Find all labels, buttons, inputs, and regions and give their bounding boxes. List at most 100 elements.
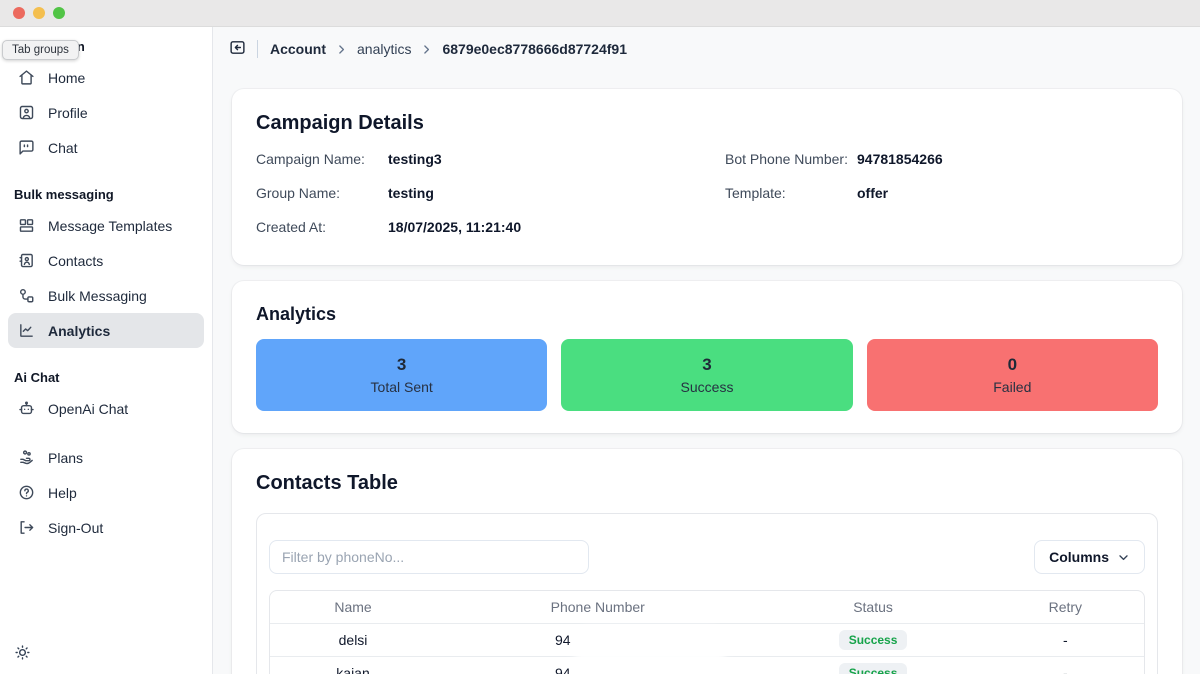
campaign-details-card: Campaign Details Campaign Name: testing3… (232, 89, 1182, 265)
app-body: Tab groups Application Home Profile Chat… (0, 27, 1200, 674)
stat-label: Total Sent (371, 379, 433, 395)
breadcrumb-campaign-id: 6879e0ec8778666d87724f91 (442, 41, 627, 57)
chart-line-icon (18, 322, 35, 339)
chevron-right-icon (335, 43, 348, 56)
sidebar-item-plans[interactable]: Plans (8, 440, 204, 475)
workflow-icon (18, 287, 35, 304)
cell-name: kajan (270, 656, 436, 674)
cell-status: Success (759, 656, 986, 674)
sidebar-item-label: Chat (48, 140, 78, 156)
phone-visible-digits: 94 (555, 632, 571, 648)
sidebar-item-help[interactable]: Help (8, 475, 204, 510)
status-badge: Success (839, 663, 908, 674)
field-label: Bot Phone Number: (725, 151, 857, 167)
field-template: Template: offer (725, 185, 1158, 219)
sidebar-item-label: Sign-Out (48, 520, 103, 536)
sidebar-heading-bulk-messaging: Bulk messaging (14, 187, 198, 202)
sidebar-item-contacts[interactable]: Contacts (8, 243, 204, 278)
hand-coins-icon (18, 449, 35, 466)
sidebar-item-profile[interactable]: Profile (8, 95, 204, 130)
contacts-table-panel: Columns Name Phone Number (256, 513, 1158, 674)
table-header-row: Name Phone Number Status Retry (270, 591, 1144, 623)
message-square-icon (18, 139, 35, 156)
divider (257, 40, 258, 58)
cell-retry: - (987, 623, 1144, 656)
main-content: Account analytics 6879e0ec8778666d87724f… (213, 27, 1200, 674)
sidebar-item-label: Analytics (48, 323, 110, 339)
sidebar-item-analytics[interactable]: Analytics (8, 313, 204, 348)
table-row[interactable]: delsi 94 Success - (270, 623, 1144, 656)
column-header-retry: Retry (987, 591, 1144, 623)
sidebar-section-bulk-messaging: Bulk messaging Message Templates Contact… (8, 187, 204, 348)
phone-visible-digits: 94 (555, 665, 571, 674)
sidebar-toggle-button[interactable] (227, 39, 247, 59)
user-square-icon (18, 104, 35, 121)
home-icon (18, 69, 35, 86)
analytics-stats: 3 Total Sent 3 Success 0 Failed (256, 339, 1158, 411)
close-window-button[interactable] (13, 7, 25, 19)
columns-dropdown-button[interactable]: Columns (1034, 540, 1145, 574)
sidebar: Tab groups Application Home Profile Chat… (0, 27, 213, 674)
stat-success: 3 Success (561, 339, 852, 411)
table-controls: Columns (269, 540, 1145, 574)
sidebar-item-openai-chat[interactable]: OpenAi Chat (8, 391, 204, 426)
sidebar-item-label: Bulk Messaging (48, 288, 147, 304)
cell-name: delsi (270, 623, 436, 656)
columns-button-label: Columns (1049, 549, 1109, 565)
contacts-table-title: Contacts Table (256, 471, 1158, 495)
stat-value: 3 (397, 355, 406, 375)
field-value: offer (857, 185, 888, 201)
stat-label: Success (681, 379, 734, 395)
field-label: Campaign Name: (256, 151, 388, 167)
bot-icon (18, 400, 35, 417)
help-circle-icon (18, 484, 35, 501)
minimize-window-button[interactable] (33, 7, 45, 19)
stat-value: 0 (1008, 355, 1017, 375)
sidebar-item-message-templates[interactable]: Message Templates (8, 208, 204, 243)
fullscreen-window-button[interactable] (53, 7, 65, 19)
field-label: Group Name: (256, 185, 388, 201)
theme-toggle-button[interactable] (12, 644, 32, 664)
table-row[interactable]: kajan 94 Success - (270, 656, 1144, 674)
stat-total-sent: 3 Total Sent (256, 339, 547, 411)
column-header-name: Name (270, 591, 436, 623)
campaign-fields-right: Bot Phone Number: 94781854266 Template: … (725, 151, 1158, 253)
stat-value: 3 (702, 355, 711, 375)
page-content: Campaign Details Campaign Name: testing3… (213, 71, 1200, 674)
field-value: 94781854266 (857, 151, 943, 167)
log-out-icon (18, 519, 35, 536)
sidebar-item-bulk-messaging[interactable]: Bulk Messaging (8, 278, 204, 313)
field-value: testing (388, 185, 434, 201)
phone-filter-input[interactable] (269, 540, 589, 574)
sidebar-item-label: Profile (48, 105, 88, 121)
sidebar-item-label: Contacts (48, 253, 103, 269)
status-badge: Success (839, 630, 908, 650)
sidebar-item-label: Home (48, 70, 85, 86)
field-group-name: Group Name: testing (256, 185, 689, 219)
cell-status: Success (759, 623, 986, 656)
field-campaign-name: Campaign Name: testing3 (256, 151, 689, 185)
sidebar-item-label: Help (48, 485, 77, 501)
chevron-right-icon (420, 43, 433, 56)
field-bot-phone-number: Bot Phone Number: 94781854266 (725, 151, 1158, 185)
column-header-phone-number: Phone Number (436, 591, 759, 623)
field-value: testing3 (388, 151, 442, 167)
analytics-title: Analytics (256, 303, 1158, 325)
breadcrumb-analytics[interactable]: analytics (357, 41, 411, 57)
column-header-status: Status (759, 591, 986, 623)
sidebar-item-home[interactable]: Home (8, 60, 204, 95)
sidebar-item-label: OpenAi Chat (48, 401, 128, 417)
field-label: Template: (725, 185, 857, 201)
breadcrumb-account[interactable]: Account (270, 41, 326, 57)
field-created-at: Created At: 18/07/2025, 11:21:40 (256, 219, 689, 253)
stat-label: Failed (993, 379, 1031, 395)
sidebar-item-sign-out[interactable]: Sign-Out (8, 510, 204, 545)
tab-groups-tooltip: Tab groups (2, 40, 79, 60)
contacts-table-card: Contacts Table Columns (232, 449, 1182, 674)
sidebar-heading-ai-chat: Ai Chat (14, 370, 198, 385)
breadcrumb: Account analytics 6879e0ec8778666d87724f… (270, 41, 627, 57)
sun-icon (14, 644, 31, 661)
sidebar-item-chat[interactable]: Chat (8, 130, 204, 165)
chevron-down-icon (1117, 551, 1130, 564)
field-value: 18/07/2025, 11:21:40 (388, 219, 521, 235)
